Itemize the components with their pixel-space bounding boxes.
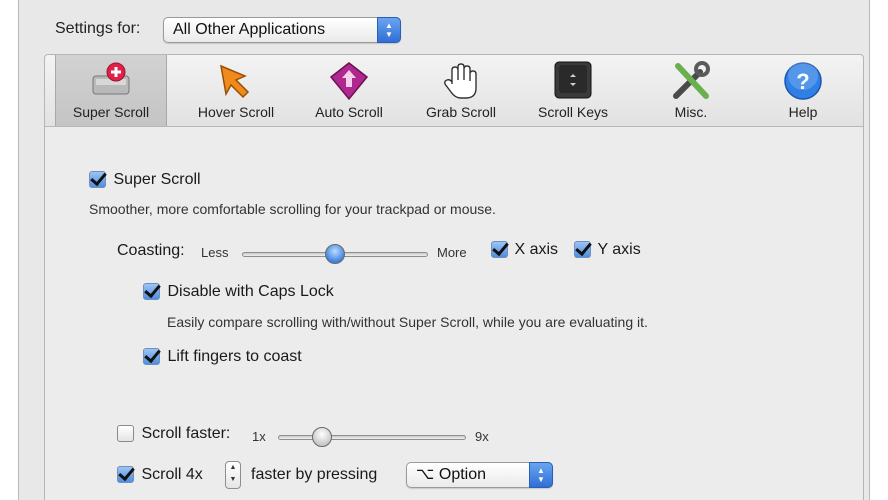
coasting-min-label: Less <box>201 245 229 260</box>
super-scroll-icon <box>90 60 132 102</box>
tab-super-scroll-label: Super Scroll <box>72 104 150 120</box>
application-select[interactable]: All Other Applications ▲ ▼ <box>163 17 401 43</box>
tab-grab-scroll-label: Grab Scroll <box>425 104 497 120</box>
scroll-multiplier-suffix: faster by pressing <box>251 466 378 483</box>
x-axis-label: X axis <box>514 241 559 258</box>
tab-help[interactable]: ? Help <box>747 55 859 126</box>
caps-lock-label: Disable with Caps Lock <box>167 283 334 300</box>
x-axis-checkbox-row[interactable]: X axis <box>491 241 558 259</box>
scroll-faster-checkbox-row[interactable]: Scroll faster: <box>117 425 230 443</box>
tab-super-scroll[interactable]: Super Scroll <box>55 55 167 126</box>
tab-hover-scroll[interactable]: Hover Scroll <box>180 55 292 126</box>
y-axis-checkbox-row[interactable]: Y axis <box>574 241 641 259</box>
settings-for-label: Settings for: <box>55 20 141 37</box>
scroll-faster-min-label: 1x <box>252 429 266 444</box>
coasting-max-label: More <box>437 245 467 260</box>
misc-tools-icon <box>670 60 712 102</box>
super-scroll-checkbox[interactable] <box>89 171 106 189</box>
scroll-multiplier-label: Scroll 4x <box>141 466 203 483</box>
tab-misc[interactable]: Misc. <box>635 55 747 126</box>
x-axis-checkbox[interactable] <box>491 241 508 259</box>
y-axis-checkbox[interactable] <box>574 241 591 259</box>
coasting-slider-knob[interactable] <box>325 244 345 264</box>
coasting-slider[interactable] <box>242 244 428 264</box>
tab-misc-label: Misc. <box>674 104 708 120</box>
hover-scroll-icon <box>215 60 257 102</box>
tab-scroll-keys[interactable]: Scroll Keys <box>517 55 629 126</box>
settings-panel: Super Scroll Hover Scroll Auto Scroll Gr… <box>44 54 864 500</box>
select-arrows-icon: ▲ ▼ <box>529 462 553 488</box>
lift-fingers-label: Lift fingers to coast <box>167 348 302 365</box>
select-arrows-icon: ▲ ▼ <box>377 17 401 43</box>
caps-lock-checkbox-row[interactable]: Disable with Caps Lock <box>143 283 334 301</box>
super-scroll-description: Smoother, more comfortable scrolling for… <box>89 201 496 217</box>
tab-help-label: Help <box>788 104 818 120</box>
lift-fingers-checkbox-row[interactable]: Lift fingers to coast <box>143 348 302 366</box>
tab-toolbar: Super Scroll Hover Scroll Auto Scroll Gr… <box>45 55 863 127</box>
tab-auto-scroll-label: Auto Scroll <box>315 104 383 120</box>
multiplier-stepper[interactable]: ▲ ▼ <box>225 461 241 489</box>
super-scroll-checkbox-row[interactable]: Super Scroll <box>89 171 201 189</box>
coasting-label: Coasting: <box>117 242 185 259</box>
super-scroll-checkbox-label: Super Scroll <box>113 171 201 188</box>
scroll-faster-max-label: 9x <box>475 429 489 444</box>
modifier-key-select-value: ⌥ Option <box>416 466 487 483</box>
scroll-faster-label: Scroll faster: <box>141 425 231 442</box>
grab-scroll-icon <box>440 60 482 102</box>
tab-auto-scroll[interactable]: Auto Scroll <box>293 55 405 126</box>
modifier-key-select[interactable]: ⌥ Option ▲ ▼ <box>406 462 553 488</box>
help-icon: ? <box>782 60 824 102</box>
scroll-faster-slider-knob[interactable] <box>312 427 332 447</box>
scroll-keys-icon <box>552 60 594 102</box>
preferences-window: Settings for: All Other Applications ▲ ▼ … <box>18 0 870 500</box>
scroll-multiplier-checkbox-row[interactable]: Scroll 4x <box>117 466 203 484</box>
tab-scroll-keys-label: Scroll Keys <box>537 104 609 120</box>
caps-lock-checkbox[interactable] <box>143 283 160 301</box>
svg-text:?: ? <box>796 69 809 94</box>
tab-hover-scroll-label: Hover Scroll <box>197 104 275 120</box>
lift-fingers-checkbox[interactable] <box>143 348 160 366</box>
scroll-faster-checkbox[interactable] <box>117 425 134 443</box>
caps-lock-description: Easily compare scrolling with/without Su… <box>167 314 648 330</box>
tab-grab-scroll[interactable]: Grab Scroll <box>405 55 517 126</box>
scroll-faster-slider[interactable] <box>278 427 466 447</box>
auto-scroll-icon <box>328 60 370 102</box>
scroll-faster-slider-track <box>278 435 466 440</box>
application-select-value: All Other Applications <box>173 21 326 38</box>
y-axis-label: Y axis <box>597 241 641 258</box>
scroll-multiplier-checkbox[interactable] <box>117 466 134 484</box>
